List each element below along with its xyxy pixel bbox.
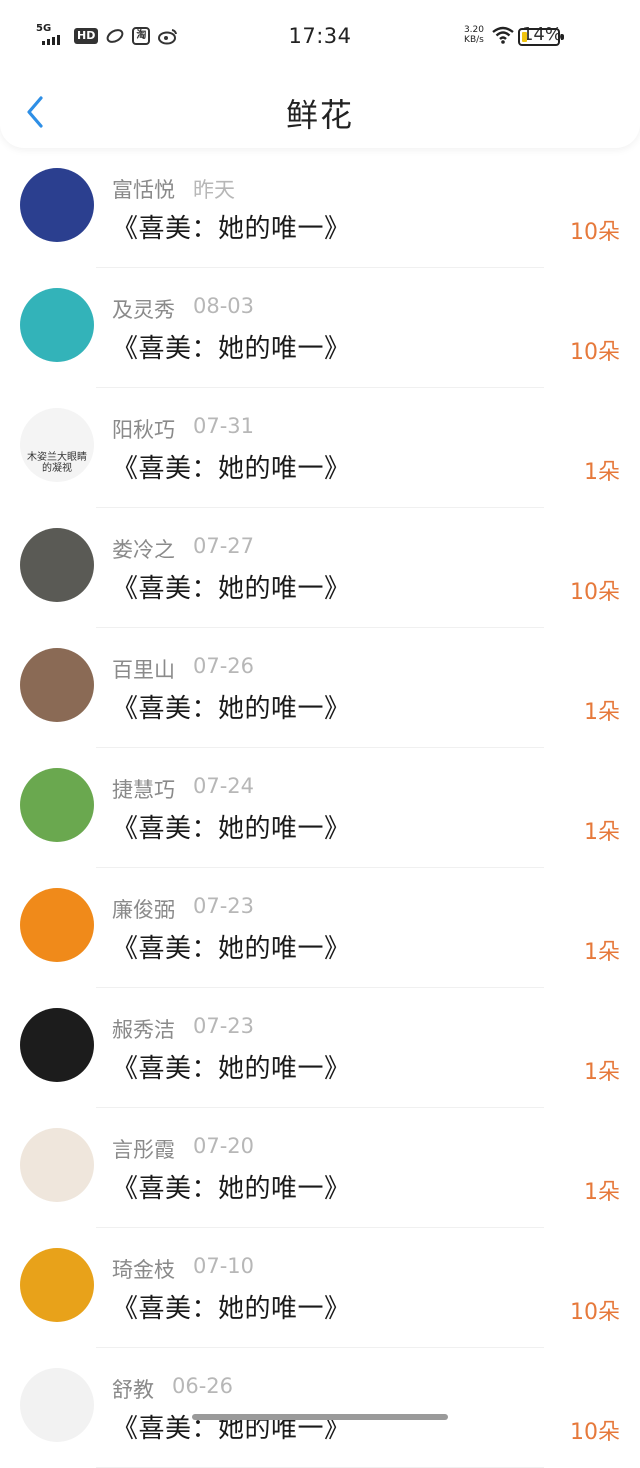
- page-title: 鲜花: [285, 96, 354, 134]
- gift-date: 昨天: [193, 178, 235, 202]
- list-item[interactable]: 赧秀洁 07-23 《喜美：她的唯一》 1朵: [0, 988, 640, 1108]
- gift-date: 07-27: [193, 534, 255, 558]
- flower-count: 10朵: [570, 1420, 620, 1445]
- book-title: 《喜美：她的唯一》: [112, 934, 351, 964]
- avatar-caption: 木姿兰大眼睛的凝视: [27, 452, 87, 474]
- sender-name: 及灵秀: [112, 298, 175, 322]
- avatar[interactable]: [20, 768, 94, 842]
- sender-name: 赧秀洁: [112, 1018, 175, 1042]
- network-speed: 3.20 KB/s: [463, 24, 484, 45]
- sender-name: 言彤霞: [112, 1138, 175, 1162]
- gift-date: 07-23: [193, 894, 255, 918]
- sender-name: 舒教: [112, 1378, 154, 1402]
- avatar[interactable]: [20, 1128, 94, 1202]
- flower-list: 富恬悦 昨天 《喜美：她的唯一》 10朵 及灵秀 08-03 《喜美：她的唯一》 10朵 木姿兰…: [0, 148, 640, 1468]
- list-item[interactable]: 琦金枝 07-10 《喜美：她的唯一》 10朵: [0, 1228, 640, 1348]
- list-item[interactable]: 捷慧巧 07-24 《喜美：她的唯一》 1朵: [0, 748, 640, 868]
- flower-count: 10朵: [570, 580, 620, 605]
- list-item[interactable]: 舒教 06-26 《喜美：她的唯一》 10朵: [0, 1348, 640, 1468]
- gift-date: 07-24: [193, 774, 255, 798]
- battery-icon: [518, 28, 564, 46]
- avatar[interactable]: [20, 1368, 94, 1442]
- book-title: 《喜美：她的唯一》: [112, 1054, 351, 1084]
- list-item[interactable]: 富恬悦 昨天《喜美：她的唯一》 10朵: [0, 148, 640, 268]
- gift-date: 08-03: [193, 294, 255, 318]
- list-item[interactable]: 及灵秀 08-03 《喜美：她的唯一》 10朵: [0, 268, 640, 388]
- sender-name: 阳秋巧: [112, 418, 175, 442]
- flower-count: 10朵: [570, 340, 620, 365]
- header-card: 5G HD 淘 17:34 3.20 KB/s 14% 鲜花: [0, 0, 640, 148]
- home-indicator[interactable]: [192, 1414, 448, 1420]
- sender-name: 捷慧巧: [112, 778, 175, 802]
- gift-date: 07-20: [193, 1134, 255, 1158]
- list-item[interactable]: 娄冷之 07-27 《喜美：她的唯一》 10朵: [0, 508, 640, 628]
- book-title: 《喜美：她的唯一》: [112, 694, 351, 724]
- list-item[interactable]: 木姿兰大眼睛的凝视 阳秋巧 07-31 《喜美：她的唯一》 1朵: [0, 388, 640, 508]
- wifi-icon: [492, 26, 514, 44]
- avatar[interactable]: [20, 648, 94, 722]
- flower-count: 1朵: [584, 1060, 620, 1085]
- book-title: 《喜美：她的唯一》: [112, 814, 351, 844]
- book-title: 《喜美：她的唯一》: [112, 574, 351, 604]
- sender-name: 琦金枝: [112, 1258, 175, 1282]
- list-item[interactable]: 言彤霞 07-20 《喜美：她的唯一》 1朵: [0, 1108, 640, 1228]
- book-title: 《喜美：她的唯一》: [112, 454, 351, 484]
- avatar[interactable]: [20, 1008, 94, 1082]
- gift-date: 07-26: [193, 654, 255, 678]
- sender-name: 廉俊弼: [112, 898, 175, 922]
- flower-count: 1朵: [584, 700, 620, 725]
- sender-name: 娄冷之: [112, 538, 175, 562]
- gift-date: 07-23: [193, 1014, 255, 1038]
- flower-count: 1朵: [584, 460, 620, 485]
- list-item[interactable]: 廉俊弼 07-23 《喜美：她的唯一》 1朵: [0, 868, 640, 988]
- flower-count: 10朵: [570, 1300, 620, 1325]
- flower-count: 1朵: [584, 820, 620, 845]
- avatar[interactable]: [20, 888, 94, 962]
- book-title: 《喜美：她的唯一》: [112, 214, 351, 244]
- status-bar: 5G HD 淘 17:34 3.20 KB/s 14%: [0, 0, 640, 72]
- book-title: 《喜美：她的唯一》: [112, 1294, 351, 1324]
- flower-count: 10朵: [570, 220, 620, 245]
- gift-date: 07-31: [193, 414, 255, 438]
- flower-count: 1朵: [584, 940, 620, 965]
- list-item[interactable]: 百里山 07-26 《喜美：她的唯一》 1朵: [0, 628, 640, 748]
- avatar[interactable]: [20, 168, 94, 242]
- sender-name: 百里山: [112, 658, 175, 682]
- book-title: 《喜美：她的唯一》: [112, 334, 351, 364]
- book-title: 《喜美：她的唯一》: [112, 1174, 351, 1204]
- avatar[interactable]: 木姿兰大眼睛的凝视: [20, 408, 94, 482]
- sender-name: 富恬悦: [112, 178, 175, 202]
- avatar[interactable]: [20, 1248, 94, 1322]
- gift-date: 07-10: [193, 1254, 255, 1278]
- avatar[interactable]: [20, 288, 94, 362]
- gift-date: 06-26: [172, 1374, 234, 1398]
- flower-count: 1朵: [584, 1180, 620, 1205]
- avatar[interactable]: [20, 528, 94, 602]
